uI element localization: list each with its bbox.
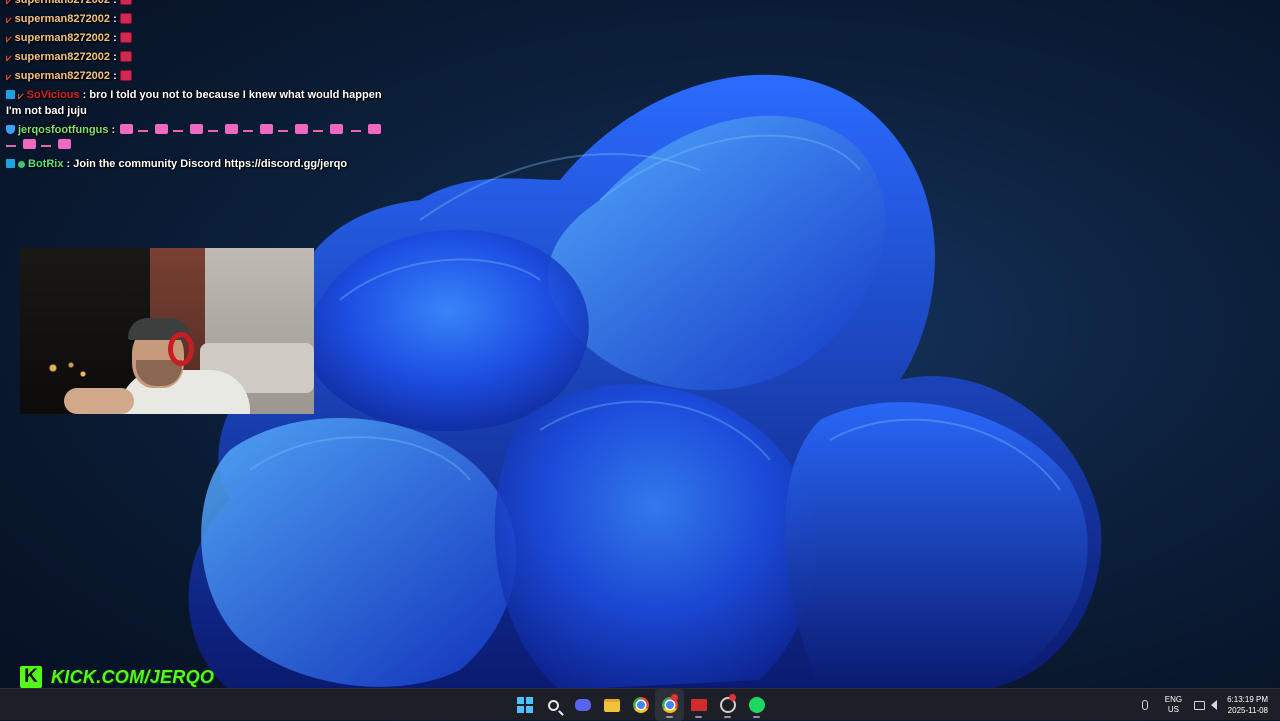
chat-message: BotRix : Join the community Discord http… xyxy=(6,157,396,173)
search-button[interactable] xyxy=(539,689,568,721)
streaming-app-taskbar-button[interactable] xyxy=(684,689,713,721)
sub-badge-icon: ⩗ xyxy=(6,0,12,7)
recording-badge xyxy=(729,694,736,701)
chat-username: BotRix xyxy=(28,158,64,170)
spotify-taskbar-button[interactable] xyxy=(742,689,771,721)
chat-message: ⩗ superman8272002 : xyxy=(6,31,396,47)
emote-icon xyxy=(119,0,132,5)
discord-taskbar-button[interactable] xyxy=(568,689,597,721)
language-indicator[interactable]: ENG US xyxy=(1165,695,1182,715)
kick-logo-icon: K xyxy=(20,666,42,688)
headset-icon xyxy=(168,332,194,366)
vip-badge-icon xyxy=(6,90,15,99)
emote-icon xyxy=(23,139,36,149)
obs-taskbar-button[interactable] xyxy=(713,689,742,721)
emote-icon xyxy=(368,123,382,134)
emote-icon xyxy=(119,70,132,81)
sub-badge-icon: ⩗ xyxy=(6,34,12,45)
chat-username: superman8272002 xyxy=(14,51,111,63)
webcam-feed xyxy=(20,248,314,414)
chrome-icon xyxy=(632,697,649,713)
sub-badge-icon: ⩗ xyxy=(18,91,24,102)
windows-taskbar: ENG US 6:13:19 PM 2025-11-08 xyxy=(0,688,1280,721)
verified-badge-icon xyxy=(18,161,25,168)
streaming-app-icon xyxy=(690,699,707,711)
sub-badge-icon: ⩗ xyxy=(6,15,12,26)
emote-icon xyxy=(295,123,309,134)
emote-icon xyxy=(119,51,132,62)
shield-badge-icon xyxy=(6,124,15,134)
network-icon[interactable] xyxy=(1194,700,1206,710)
emote-icon xyxy=(260,123,274,134)
emote-icon xyxy=(155,123,169,134)
chat-message: ⩗ superman8272002 : xyxy=(6,12,396,28)
spotify-icon xyxy=(748,697,765,713)
emote-icon xyxy=(190,123,204,134)
chat-message: jerqosfootfungus : xyxy=(6,123,396,154)
channel-url: KICK.COM/JERQO xyxy=(51,666,215,687)
folder-icon xyxy=(603,698,620,712)
file-explorer-taskbar-button[interactable] xyxy=(597,689,626,721)
bot-badge-icon xyxy=(6,159,15,168)
sub-badge-icon: ⩗ xyxy=(6,53,12,64)
start-button[interactable] xyxy=(510,689,539,721)
chat-username: superman8272002 xyxy=(14,70,111,82)
emote-icon xyxy=(119,13,132,24)
chat-message: ⩗ SoVicious : bro I told you not to becau… xyxy=(6,89,382,117)
chat-username: superman8272002 xyxy=(14,13,111,25)
sub-badge-icon: ⩗ xyxy=(6,72,12,83)
chat-username: superman8272002 xyxy=(14,0,111,6)
emote-icon xyxy=(58,139,71,149)
chrome-profile-taskbar-button[interactable] xyxy=(655,689,684,721)
chat-username: SoVicious xyxy=(26,89,80,101)
microphone-icon[interactable] xyxy=(1141,700,1148,710)
notification-badge xyxy=(671,694,678,701)
discord-icon xyxy=(574,699,591,711)
chat-message: ⩗ superman8272002 : xyxy=(6,0,396,9)
chat-message: ⩗ superman8272002 : xyxy=(6,69,396,85)
stream-chat-overlay: ⩗ superman8272002 : ⩗ superman8272002 : ⩗ s… xyxy=(6,0,396,176)
chat-username: jerqosfootfungus xyxy=(18,123,109,136)
volume-icon[interactable] xyxy=(1211,700,1218,710)
clock[interactable]: 6:13:19 PM 2025-11-08 xyxy=(1227,694,1268,716)
kick-channel-branding: K KICK.COM/JERQO xyxy=(20,664,214,690)
emote-icon xyxy=(119,32,132,43)
search-icon xyxy=(548,699,559,711)
taskbar-apps xyxy=(510,689,771,721)
windows-start-icon xyxy=(516,697,533,713)
emote-icon xyxy=(120,123,134,134)
chat-username: superman8272002 xyxy=(14,32,111,44)
chat-message: ⩗ superman8272002 : xyxy=(6,50,396,66)
clock-date: 2025-11-08 xyxy=(1227,706,1268,715)
system-tray: ENG US 6:13:19 PM 2025-11-08 xyxy=(1141,689,1268,721)
clock-time: 6:13:19 PM xyxy=(1227,695,1268,704)
chat-text: Join the community Discord https://disco… xyxy=(70,158,348,170)
chrome-taskbar-button[interactable] xyxy=(626,689,655,721)
emote-icon xyxy=(330,123,344,134)
emote-icon xyxy=(225,123,239,134)
